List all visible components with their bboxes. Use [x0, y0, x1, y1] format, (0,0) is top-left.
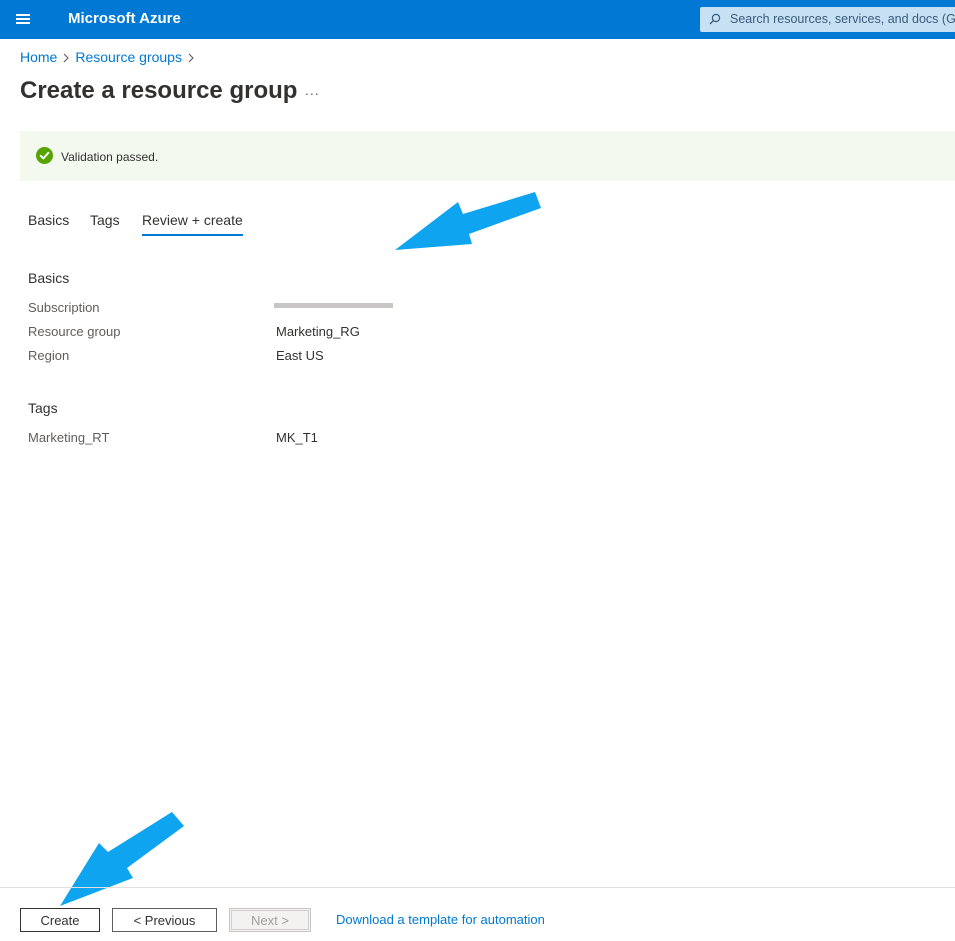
- chevron-right-icon: [57, 50, 75, 64]
- tag-name-label: Marketing_RT: [28, 430, 110, 445]
- basics-section-title: Basics: [28, 270, 70, 286]
- validation-banner: Validation passed.: [20, 131, 955, 181]
- resource-group-label: Resource group: [28, 324, 121, 339]
- more-options-icon[interactable]: ...: [305, 82, 320, 98]
- tags-section-title: Tags: [28, 400, 58, 416]
- search-placeholder: Search resources, services, and docs (G+…: [730, 12, 955, 26]
- region-label: Region: [28, 348, 70, 363]
- footer-divider: [0, 887, 955, 888]
- search-icon: [709, 13, 721, 25]
- breadcrumb-home[interactable]: Home: [20, 49, 57, 65]
- download-template-link[interactable]: Download a template for automation: [336, 912, 545, 927]
- validation-message: Validation passed.: [61, 150, 159, 164]
- tag-value: MK_T1: [276, 430, 318, 445]
- next-button: Next >: [229, 908, 311, 932]
- tab-basics[interactable]: Basics: [28, 212, 69, 234]
- chevron-right-icon: [182, 50, 200, 64]
- top-bar: Microsoft Azure Search resources, servic…: [0, 0, 955, 39]
- subscription-label: Subscription: [28, 300, 100, 315]
- previous-button[interactable]: < Previous: [112, 908, 217, 932]
- hamburger-menu-icon[interactable]: [14, 11, 34, 27]
- breadcrumb-resource-groups[interactable]: Resource groups: [75, 49, 182, 65]
- tab-review-create[interactable]: Review + create: [142, 212, 243, 236]
- annotation-arrow-icon: [395, 192, 541, 250]
- check-circle-icon: [36, 147, 53, 164]
- tab-tags[interactable]: Tags: [90, 212, 120, 234]
- create-button[interactable]: Create: [20, 908, 100, 932]
- breadcrumb: Home Resource groups: [20, 49, 200, 65]
- brand-title[interactable]: Microsoft Azure: [68, 10, 181, 27]
- region-value: East US: [276, 348, 324, 363]
- resource-group-value: Marketing_RG: [276, 324, 360, 339]
- global-search-input[interactable]: Search resources, services, and docs (G+…: [700, 7, 955, 32]
- page-title: Create a resource group: [20, 77, 298, 104]
- annotation-arrow-icon: [60, 812, 184, 906]
- subscription-value-redacted: [274, 303, 393, 308]
